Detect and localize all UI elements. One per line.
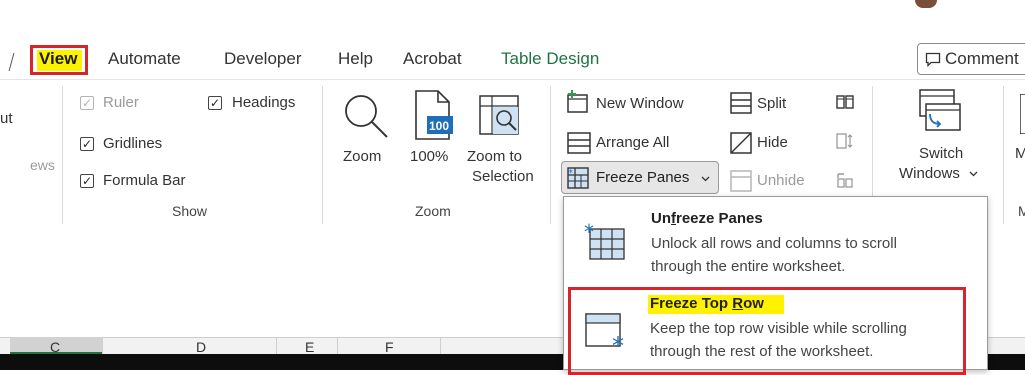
comments-button[interactable]: Comment [917, 43, 1025, 75]
gridlines-label: Gridlines [103, 135, 163, 152]
split-icon [730, 92, 752, 114]
arrange-all-label[interactable]: Arrange All [596, 134, 669, 151]
zoom-magnifier-icon [345, 95, 388, 138]
hide-icon [730, 132, 752, 154]
freeze-panes-label: Freeze Panes [596, 169, 690, 186]
zoom-to-selection-icon [479, 95, 519, 135]
column-header-d[interactable]: D [196, 339, 206, 355]
partial-label-layout: ut [0, 110, 13, 127]
freeze-top-row-desc-2: through the rest of the worksheet. [650, 343, 874, 360]
column-header-c[interactable]: C [50, 339, 60, 355]
zoom-button-label[interactable]: Zoom [343, 148, 381, 165]
macros-label[interactable]: M [1015, 145, 1025, 162]
svg-text:*: * [612, 332, 624, 354]
tab-help[interactable]: Help [338, 49, 373, 69]
zoom-to-label[interactable]: Zoom to [467, 148, 522, 165]
synchronous-scrolling-icon [836, 133, 853, 149]
group-separator [322, 86, 323, 224]
macros-icon [1020, 94, 1025, 134]
hide-label[interactable]: Hide [757, 134, 788, 151]
zoom-group-label: Zoom [415, 203, 451, 219]
tab-automate[interactable]: Automate [108, 49, 181, 69]
headings-label: Headings [232, 94, 296, 111]
svg-text:*: * [568, 168, 573, 179]
reset-window-position-icon [837, 173, 853, 188]
group-separator [62, 86, 63, 224]
zoom-100-label[interactable]: 100% [410, 148, 448, 165]
column-separator[interactable] [102, 338, 103, 354]
formula-bar-label: Formula Bar [103, 172, 186, 189]
column-header-f[interactable]: F [385, 339, 394, 355]
tab-divider [8, 53, 15, 71]
title-bar [0, 0, 1025, 12]
column-separator[interactable] [276, 338, 277, 354]
freeze-top-row-icon: * [585, 313, 624, 354]
view-side-by-side-icon [836, 95, 854, 109]
new-window-icon [567, 90, 588, 113]
macros-group-label: M [1018, 203, 1025, 219]
freeze-top-row-desc-1: Keep the top row visible while scrolling [650, 320, 907, 337]
tab-table-design[interactable]: Table Design [501, 49, 599, 69]
freeze-panes-button[interactable]: * Freeze Panes [561, 161, 719, 194]
chevron-down-icon [969, 171, 978, 177]
headings-checkbox[interactable]: ✓ [208, 96, 222, 110]
group-separator [872, 86, 873, 198]
ruler-label: Ruler [103, 94, 139, 111]
svg-text:*: * [584, 220, 594, 244]
unhide-label[interactable]: Unhide [757, 172, 805, 189]
column-header-e[interactable]: E [305, 339, 314, 355]
zoom-100-icon-text: 100 [429, 119, 450, 133]
windows-label[interactable]: Windows [899, 165, 960, 182]
tab-developer[interactable]: Developer [224, 49, 302, 69]
partial-label-views: ews [30, 157, 55, 173]
ruler-checkbox[interactable]: ✓ [80, 96, 94, 110]
column-separator[interactable] [440, 338, 441, 354]
unfreeze-panes-desc-1: Unlock all rows and columns to scroll [651, 235, 897, 252]
switch-windows-icon [919, 89, 961, 131]
unhide-icon [730, 170, 752, 192]
show-group-label: Show [172, 203, 208, 219]
unfreeze-panes-icon: * [584, 220, 625, 260]
unfreeze-panes-title[interactable]: Unfreeze Panes [651, 210, 763, 227]
comment-icon [925, 52, 941, 67]
group-separator [550, 86, 551, 224]
new-window-label[interactable]: New Window [596, 95, 684, 112]
comments-label: Comment [945, 49, 1019, 68]
tab-acrobat[interactable]: Acrobat [403, 49, 462, 69]
selection-label[interactable]: Selection [472, 168, 534, 185]
gridlines-checkbox[interactable]: ✓ [80, 137, 94, 151]
group-separator [1003, 86, 1004, 224]
chevron-down-icon [701, 176, 710, 182]
switch-label[interactable]: Switch [919, 145, 963, 162]
column-separator[interactable] [337, 338, 338, 354]
unfreeze-panes-desc-2: through the entire worksheet. [651, 258, 846, 275]
formula-bar-checkbox[interactable]: ✓ [80, 174, 94, 188]
freeze-panes-icon: * [567, 167, 589, 189]
freeze-top-row-title[interactable]: Freeze Top Row [650, 295, 764, 312]
tab-view[interactable]: View [39, 49, 77, 69]
arrange-all-icon [567, 132, 591, 154]
split-label[interactable]: Split [757, 95, 786, 112]
